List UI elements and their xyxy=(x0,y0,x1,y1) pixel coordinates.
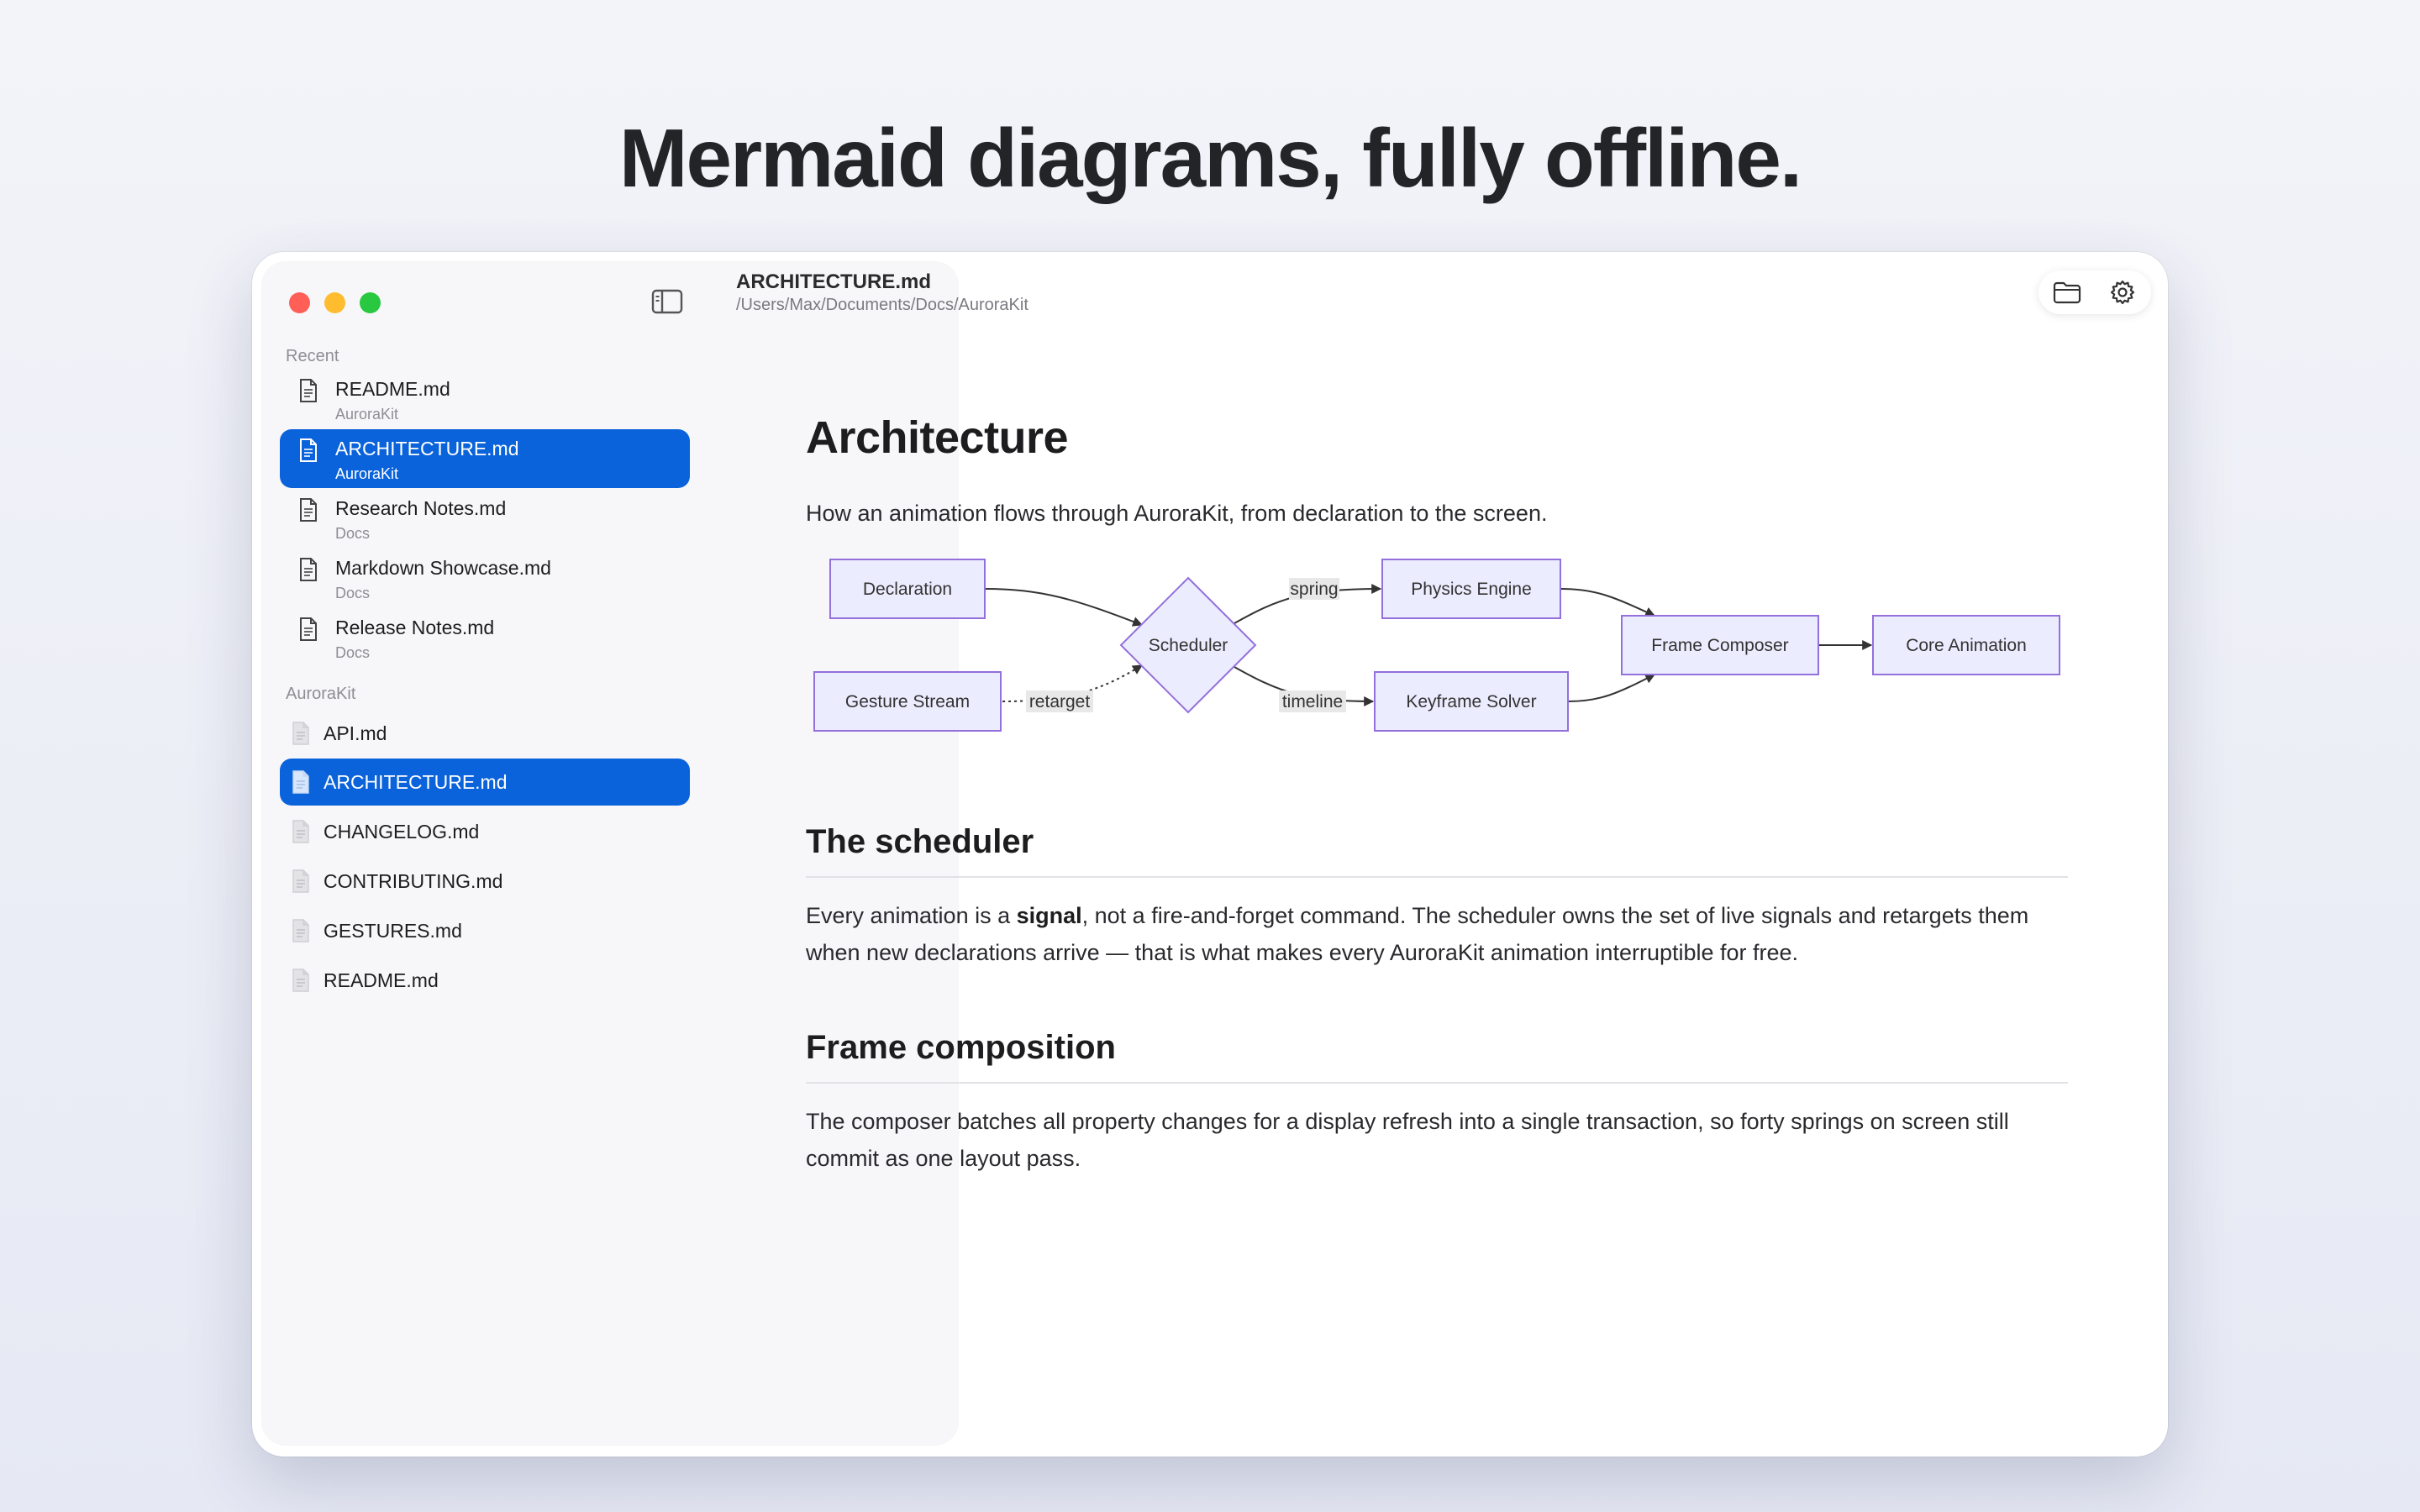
gear-icon[interactable] xyxy=(2107,279,2138,306)
section-divider xyxy=(806,1082,2068,1084)
recent-item-name: README.md xyxy=(335,378,450,400)
document-icon xyxy=(292,869,309,893)
window-controls xyxy=(289,292,381,313)
file-item-name: README.md xyxy=(324,969,439,991)
document-lead: How an animation flows through AuroraKit… xyxy=(806,501,1548,526)
mermaid-flowchart: retarget spring timeline Declaration Ges… xyxy=(813,559,2060,732)
document-icon xyxy=(292,919,309,942)
node-core-animation: Core Animation xyxy=(1906,636,2027,655)
recent-item-name: Markdown Showcase.md xyxy=(335,557,551,579)
document-icon xyxy=(300,617,317,641)
file-item-name: GESTURES.md xyxy=(324,920,462,942)
recent-item-name: Release Notes.md xyxy=(335,617,495,638)
document-icon xyxy=(300,558,317,581)
section-paragraph-frame-composition: The composer batches all property change… xyxy=(806,1109,2009,1171)
file-item-readme[interactable]: README.md xyxy=(280,957,690,1004)
document-icon xyxy=(300,379,317,402)
recent-item-name: ARCHITECTURE.md xyxy=(335,438,519,459)
recent-item-name: Research Notes.md xyxy=(335,497,507,519)
file-item-name: API.md xyxy=(324,722,387,744)
recent-item-readme[interactable]: README.md AuroraKit xyxy=(280,370,690,428)
edge-label-retarget: retarget xyxy=(1029,692,1091,711)
document-icon xyxy=(292,722,309,745)
recent-item-research-notes[interactable]: Research Notes.md Docs xyxy=(280,489,690,548)
app-window: Recent README.md AuroraKit ARCHITECTURE.… xyxy=(252,252,2168,1457)
document-path: /Users/Max/Documents/Docs/AuroraKit xyxy=(736,296,1028,314)
paragraph-text: Every animation is a xyxy=(806,903,1017,928)
node-frame-composer: Frame Composer xyxy=(1651,636,1788,655)
file-item-name: CHANGELOG.md xyxy=(324,821,480,843)
toolbar xyxy=(2039,270,2151,314)
section-divider xyxy=(806,876,2068,878)
hero-title: Mermaid diagrams, fully offline. xyxy=(618,112,1802,204)
node-declaration: Declaration xyxy=(863,580,952,599)
recent-item-folder: AuroraKit xyxy=(335,406,399,423)
node-gesture-stream: Gesture Stream xyxy=(845,692,970,711)
file-item-name: CONTRIBUTING.md xyxy=(324,870,503,892)
file-item-architecture[interactable]: ARCHITECTURE.md xyxy=(280,759,690,806)
document-heading: Architecture xyxy=(806,412,1069,463)
recent-item-markdown-showcase[interactable]: Markdown Showcase.md Docs xyxy=(280,549,690,607)
document-icon xyxy=(292,770,309,794)
recent-item-folder: AuroraKit xyxy=(335,465,399,482)
document-filename: ARCHITECTURE.md xyxy=(736,270,931,293)
section-paragraph-scheduler: Every animation is a signal, not a fire-… xyxy=(806,897,2068,971)
paragraph-bold: signal xyxy=(1016,903,1082,928)
recent-item-folder: Docs xyxy=(335,644,371,661)
folder-section-label: AuroraKit xyxy=(286,685,356,703)
document-icon xyxy=(300,498,317,522)
node-physics-engine: Physics Engine xyxy=(1411,580,1532,599)
document-icon xyxy=(292,820,309,843)
edge-label-timeline: timeline xyxy=(1282,692,1343,711)
section-heading-scheduler: The scheduler xyxy=(806,823,1034,860)
recent-item-folder: Docs xyxy=(335,585,371,601)
recent-item-release-notes[interactable]: Release Notes.md Docs xyxy=(280,608,690,667)
recent-item-folder: Docs xyxy=(335,525,371,542)
sidebar-toggle-icon[interactable] xyxy=(650,287,684,316)
file-item-changelog[interactable]: CHANGELOG.md xyxy=(280,808,690,855)
edge-keyframe-composer xyxy=(1567,674,1656,702)
zoom-window-button[interactable] xyxy=(360,292,381,313)
section-heading-frame-composition: Frame composition xyxy=(806,1029,1116,1066)
file-item-gestures[interactable]: GESTURES.md xyxy=(280,907,690,954)
close-window-button[interactable] xyxy=(289,292,310,313)
node-keyframe-solver: Keyframe Solver xyxy=(1406,692,1536,711)
document-icon xyxy=(300,438,317,462)
edge-physics-composer xyxy=(1560,588,1656,617)
minimize-window-button[interactable] xyxy=(324,292,345,313)
file-item-contributing[interactable]: CONTRIBUTING.md xyxy=(280,858,690,905)
file-item-name: ARCHITECTURE.md xyxy=(324,771,508,793)
recent-item-architecture[interactable]: ARCHITECTURE.md AuroraKit xyxy=(280,429,690,488)
edge-label-spring: spring xyxy=(1290,580,1338,599)
edge-declaration-scheduler xyxy=(984,588,1144,627)
folder-icon[interactable] xyxy=(2052,279,2082,306)
recent-section-label: Recent xyxy=(286,347,339,365)
file-item-api[interactable]: API.md xyxy=(280,710,690,757)
document-icon xyxy=(292,969,309,992)
node-scheduler: Scheduler xyxy=(1149,636,1228,655)
